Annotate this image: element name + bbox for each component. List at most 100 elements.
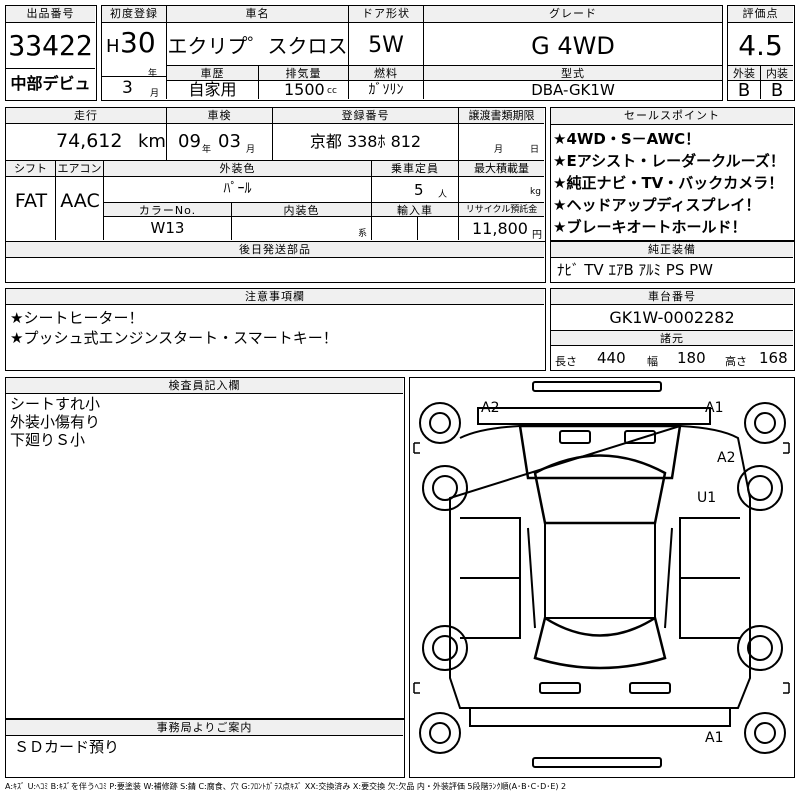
later-parts-label: 後日発送部品: [6, 242, 544, 258]
inspection-year: 09: [178, 131, 201, 152]
first-reg-label: 初度登録: [102, 6, 167, 23]
recycle-unit: 円: [532, 230, 542, 241]
legend: A:ｷｽﾞ U:ﾍｺﾐ B:ｷｽﾞを伴うﾍｺﾐ P:要塗装 W:補修跡 S:錆 …: [5, 782, 567, 791]
mileage-label: 走行: [6, 108, 167, 124]
inspector-line: 外装小傷有り: [10, 413, 101, 431]
fuel: ｶﾞｿﾘﾝ: [349, 81, 424, 99]
transfer-label: 譲渡書類期限: [459, 108, 544, 124]
sales-point-item: ★ブレーキオートホールド！: [553, 218, 747, 236]
inspector-line: 下廻りＳ小: [10, 431, 86, 449]
fuel-label: 燃料: [349, 65, 424, 81]
car-name: エクリプ゜スクロス: [167, 23, 349, 67]
width: 180: [677, 349, 706, 367]
sales-point-item: ★4WD・S－AWC！: [553, 130, 701, 148]
capacity: 5: [414, 181, 424, 199]
specs-block: 走行 車検 登録番号 譲渡書類期限 74,612 km 09 年 03 月 京都…: [5, 107, 546, 242]
transfer-month-unit: 月: [494, 145, 504, 155]
color: ﾊﾟｰﾙ: [104, 177, 372, 202]
color-no-label: カラーNo.: [104, 202, 232, 217]
lot-no: 33422: [8, 29, 93, 62]
displacement: 1500: [284, 81, 325, 99]
plate-label: 登録番号: [273, 108, 459, 124]
sales-point-item: ★ヘッドアップディスプレイ！: [553, 196, 761, 214]
length-label: 長さ: [555, 355, 577, 368]
note-item: ★シートヒーター！: [10, 309, 144, 327]
equipment-value: ﾅﾋﾞ TV ｴｱB ｱﾙﾐ PS PW: [557, 261, 713, 279]
grade: G 4WD: [531, 32, 615, 60]
score-label: 評価点: [728, 6, 793, 23]
dims-label: 諸元: [551, 330, 793, 346]
height: 168: [759, 349, 788, 367]
displacement-unit: cc: [327, 86, 337, 96]
grade-label: グレード: [424, 6, 722, 23]
lot-block: 出品番号 33422 中部デビュ: [5, 5, 97, 101]
chassis-block: 車台番号 GK1W-0002282 諸元 長さ 440 幅 180 高さ 168: [550, 288, 795, 371]
interior-label: 内装: [761, 65, 793, 81]
lot-no-label: 出品番号: [6, 6, 95, 23]
inspection-year-unit: 年: [202, 145, 212, 155]
width-label: 幅: [647, 355, 658, 368]
first-reg-divider: [102, 23, 167, 76]
mileage: 74,612: [56, 130, 123, 152]
office-block: 事務局よりご案内 ＳＤカード預り: [5, 719, 405, 778]
load-label: 最大積載量: [459, 161, 544, 177]
shift-label: シフト: [6, 161, 56, 177]
import-box-2: [418, 217, 459, 240]
interior-color-unit: 系: [358, 229, 368, 239]
month-unit: 月: [150, 89, 160, 99]
recycle-label: リサイクル預託金: [459, 202, 544, 217]
main-header: 初度登録 H 30 年 3 月 車名 エクリプ゜スクロス ドア形状 5W グレー…: [101, 5, 723, 101]
ac-label: エアコン: [56, 161, 104, 177]
model: DBA-GK1W: [531, 81, 615, 99]
model-label: 型式: [424, 65, 722, 81]
displacement-label: 排気量: [259, 65, 349, 81]
equipment-block: 純正装備 ﾅﾋﾞ TV ｴｱB ｱﾙﾐ PS PW: [550, 241, 795, 283]
mileage-unit: km: [138, 131, 166, 152]
height-label: 高さ: [725, 355, 747, 368]
history-label: 車歴: [167, 65, 259, 81]
damage-mark: U1: [697, 490, 717, 506]
score-block: 評価点 4.5 外装 内装 B B: [727, 5, 795, 101]
car-diagram: A2 A1 A2 U1 A1: [409, 377, 795, 778]
office-label: 事務局よりご案内: [6, 720, 403, 736]
later-parts-block: 後日発送部品: [5, 241, 546, 283]
transfer-day-unit: 日: [530, 145, 540, 155]
office-text: ＳＤカード預り: [14, 738, 120, 756]
car-outline-svg: [413, 381, 790, 768]
sales-point-item: ★純正ナビ・TV・バックカメラ！: [553, 174, 784, 192]
chassis-label: 車台番号: [551, 289, 793, 305]
inspection-month: 03: [218, 131, 241, 152]
notes-block: 注意事項欄 ★シートヒーター！ ★プッシュ式エンジンスタート・スマートキー！: [5, 288, 546, 371]
color-no: W13: [104, 217, 232, 240]
door-label: ドア形状: [349, 6, 424, 23]
color-label: 外装色: [104, 161, 372, 177]
ac: AAC: [60, 190, 100, 212]
interior-color-box: [232, 217, 372, 240]
capacity-unit: 人: [438, 190, 448, 200]
plate: 京都 338ﾎ 812: [273, 124, 459, 160]
exterior-grade: B: [728, 81, 761, 99]
interior-color-label: 内装色: [232, 202, 372, 217]
capacity-label: 乗車定員: [372, 161, 459, 177]
damage-mark: A2: [717, 450, 736, 466]
damage-mark: A2: [481, 400, 500, 416]
import-label: 輸入車: [372, 202, 459, 217]
sales-point-item: ★Eアシスト・レーダークルーズ！: [553, 152, 785, 170]
month: 3: [122, 78, 133, 98]
sales-points-block: セールスポイント ★4WD・S－AWC！ ★Eアシスト・レーダークルーズ！ ★純…: [550, 107, 795, 241]
damage-mark: A1: [705, 400, 724, 416]
inspector-label: 検査員記入欄: [6, 378, 403, 394]
sales-points-label: セールスポイント: [551, 108, 793, 125]
history: 自家用: [167, 81, 259, 99]
notes-label: 注意事項欄: [6, 289, 544, 305]
inspection-month-unit: 月: [246, 145, 256, 155]
equipment-label: 純正装備: [551, 242, 793, 258]
car-name-label: 車名: [167, 6, 349, 23]
exterior-label: 外装: [728, 65, 761, 81]
note-item: ★プッシュ式エンジンスタート・スマートキー！: [10, 329, 338, 347]
damage-mark: A1: [705, 730, 724, 746]
inspector-line: シートすれ小: [10, 395, 101, 413]
door: 5W: [349, 23, 424, 67]
recycle: 11,800: [472, 219, 528, 238]
load-unit: kg: [530, 187, 541, 197]
